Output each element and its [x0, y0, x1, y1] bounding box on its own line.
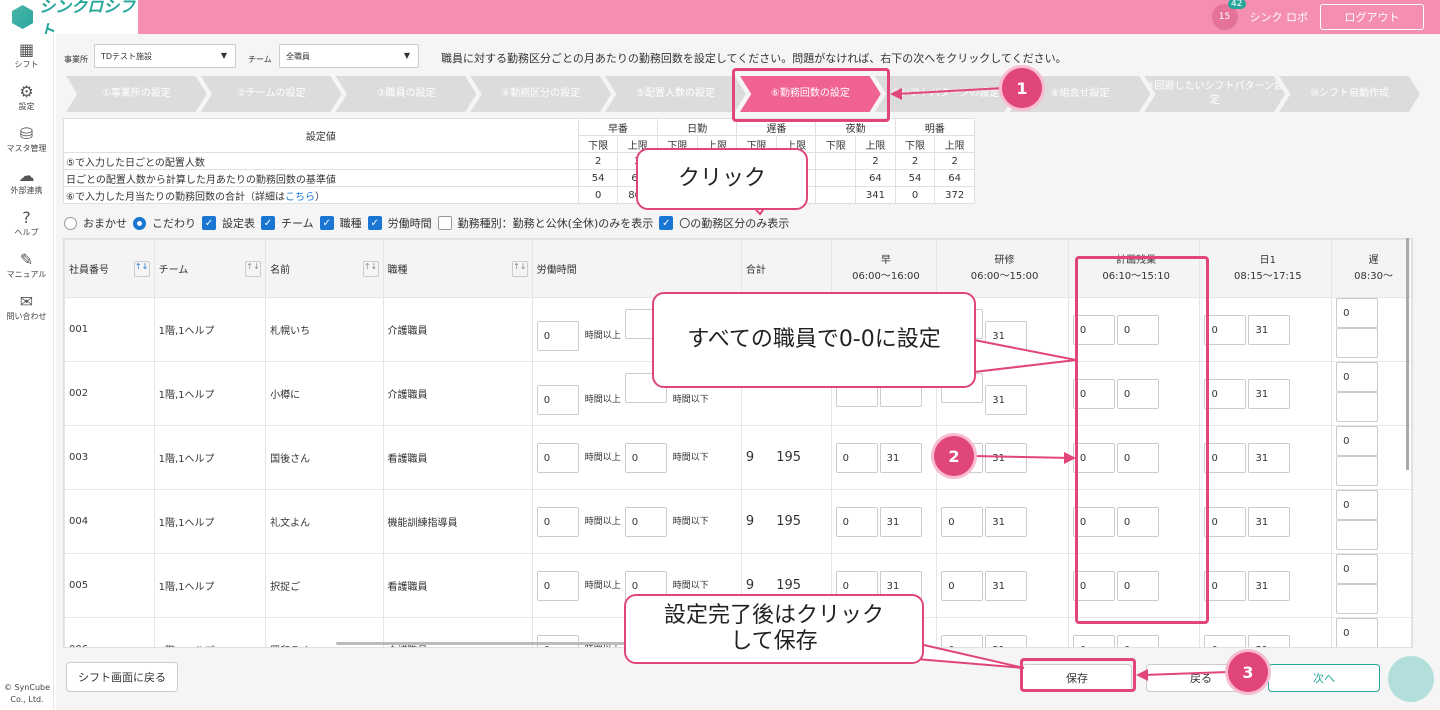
arrow-line [973, 455, 1073, 459]
callout-all-staff: すべての職員で0-0に設定 [652, 292, 976, 388]
arrow-head [1136, 669, 1148, 681]
annotation-badge-3: 3 [1228, 652, 1268, 692]
callout-click: クリック [636, 148, 808, 210]
callout-tail [973, 338, 1077, 374]
arrow-line [1141, 671, 1229, 676]
arrow-head [1064, 452, 1076, 464]
annotation-badge-2: 2 [934, 436, 974, 476]
arrow-head [890, 88, 902, 100]
annotation-badge-1: 1 [1002, 68, 1042, 108]
callout-save-note: 設定完了後はクリックして保存 [624, 594, 924, 664]
arrow-line [895, 87, 1005, 95]
